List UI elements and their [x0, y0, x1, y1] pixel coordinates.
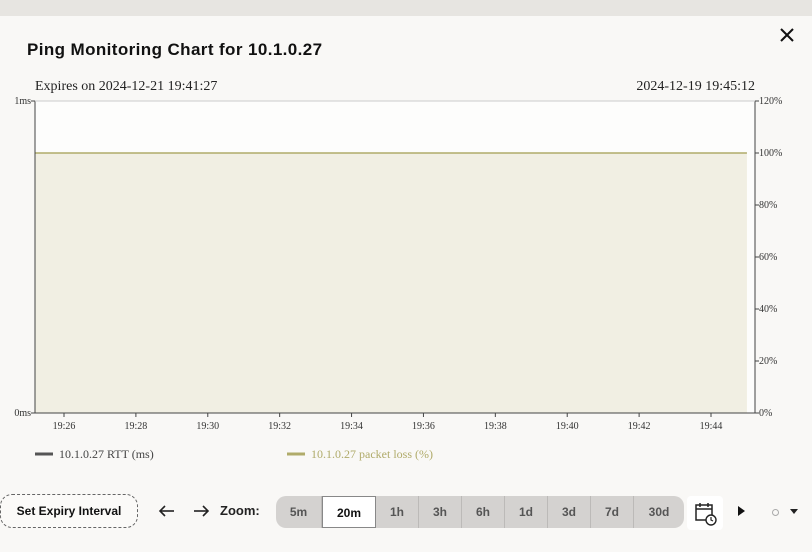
legend-loss-label: 10.1.0.27 packet loss (%): [311, 447, 433, 461]
zoom-20m-button[interactable]: 20m: [322, 496, 376, 528]
zoom-1d-button[interactable]: 1d: [505, 496, 548, 528]
x-tick-label: 19:34: [340, 421, 363, 432]
y-right-tick-label: 100%: [759, 148, 782, 159]
chart-dialog: Ping Monitoring Chart for 10.1.0.27 Expi…: [0, 16, 812, 552]
y-left-tick-label: 0ms: [14, 408, 31, 419]
y-right-tick-label: 20%: [759, 356, 777, 367]
x-tick-label: 19:30: [196, 421, 219, 432]
zoom-label: Zoom:: [220, 503, 260, 518]
y-left-tick-label: 1ms: [14, 96, 31, 107]
x-tick-label: 19:40: [556, 421, 579, 432]
zoom-5m-button[interactable]: 5m: [276, 496, 322, 528]
x-tick-label: 19:38: [484, 421, 507, 432]
zoom-6h-button[interactable]: 6h: [462, 496, 505, 528]
zoom-30d-button[interactable]: 30d: [634, 496, 684, 528]
zoom-3d-button[interactable]: 3d: [548, 496, 591, 528]
calendar-button[interactable]: [687, 496, 723, 530]
zoom-1h-button[interactable]: 1h: [376, 496, 419, 528]
calendar-clock-icon: [695, 503, 717, 526]
x-tick-label: 19:36: [412, 421, 435, 432]
y-right-tick-label: 0%: [759, 408, 772, 419]
x-tick-label: 19:42: [628, 421, 651, 432]
zoom-options: 5m 20m 1h 3h 6h 1d 3d 7d 30d: [276, 496, 684, 528]
y-right-tick-label: 80%: [759, 200, 777, 211]
background-strip: [0, 0, 812, 16]
arrow-right-icon[interactable]: [192, 502, 210, 520]
chevron-down-icon[interactable]: [790, 509, 798, 514]
zoom-3h-button[interactable]: 3h: [419, 496, 462, 528]
x-tick-label: 19:32: [268, 421, 291, 432]
y-right-tick-label: 40%: [759, 304, 777, 315]
legend-rtt-label: 10.1.0.27 RTT (ms): [59, 447, 154, 461]
chart-controls: Set Expiry Interval Zoom: 5m 20m 1h 3h 6h 1d 3…: [0, 494, 812, 534]
x-tick-label: 19:44: [700, 421, 723, 432]
packet-loss-area: [35, 153, 747, 413]
y-right-tick-label: 60%: [759, 252, 777, 263]
ping-chart: 0ms 1ms 0% 20% 40% 60% 80% 100% 120% 19:26 19:28 19…: [14, 96, 782, 461]
zoom-7d-button[interactable]: 7d: [591, 496, 634, 528]
status-dot: [772, 509, 779, 516]
arrow-left-icon[interactable]: [158, 502, 176, 520]
x-tick-label: 19:26: [53, 421, 76, 432]
x-tick-label: 19:28: [124, 421, 147, 432]
y-right-tick-label: 120%: [759, 96, 782, 107]
set-expiry-button[interactable]: Set Expiry Interval: [0, 494, 138, 528]
play-icon[interactable]: [738, 506, 745, 516]
